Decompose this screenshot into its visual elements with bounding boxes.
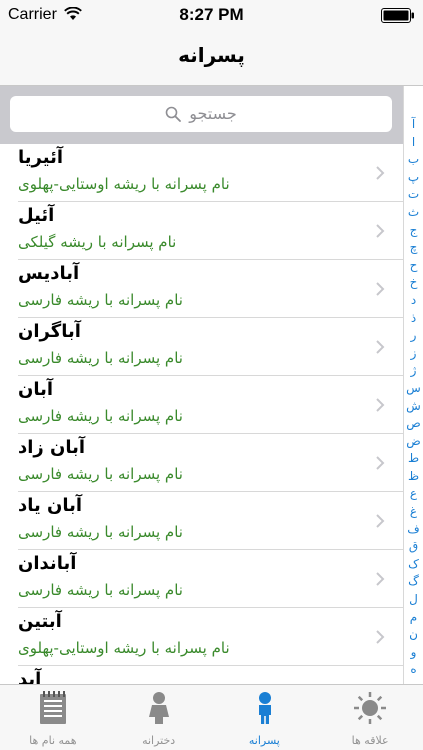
name-origin: نام پسرانه با ریشه فارسی — [18, 407, 183, 425]
chevron-right-icon — [376, 398, 385, 412]
name-title: آئیریا — [18, 147, 63, 168]
name-title: آباگران — [18, 321, 81, 342]
index-letters: آابپتثجچحخدذرزژسشصضطظعغفقکگلمنوهی — [404, 86, 423, 697]
index-letter[interactable]: ت — [404, 186, 423, 204]
tab-label: علاقه ها — [351, 734, 389, 747]
name-origin: نام پسرانه با ریشه فارسی — [18, 581, 183, 599]
girl-icon — [148, 692, 169, 724]
tab-label: دخترانه — [142, 734, 176, 747]
list-item[interactable]: آباگران نام پسرانه با ریشه فارسی — [18, 318, 403, 376]
search-input[interactable]: جستجو — [10, 96, 392, 132]
index-letter[interactable]: ذ — [404, 310, 423, 328]
tab-boy[interactable]: پسرانه — [212, 685, 318, 750]
name-origin: نام پسرانه با ریشه اوستایی-پهلوی — [18, 175, 230, 193]
index-letter[interactable]: ض — [404, 433, 423, 451]
list-item[interactable]: آبد — [18, 666, 403, 684]
list-item[interactable]: آئیل نام پسرانه با ریشه گیلکی — [18, 202, 403, 260]
name-title: آبان زاد — [18, 437, 86, 458]
index-letter[interactable]: و — [404, 644, 423, 662]
index-letter[interactable]: م — [404, 609, 423, 627]
list-item[interactable]: آبان یاد نام پسرانه با ریشه فارسی — [18, 492, 403, 550]
name-title: آباندان — [18, 553, 77, 574]
index-letter[interactable]: ظ — [404, 468, 423, 486]
boy-icon — [258, 692, 271, 724]
page-title: پسرانه — [178, 43, 245, 67]
tab-notebook[interactable]: همه نام ها — [0, 685, 106, 750]
tab-bar: همه نام ها دخترانه پسرانه علاقه ها — [0, 684, 423, 750]
status-time: 8:27 PM — [179, 5, 244, 24]
name-title: آبادیس — [18, 263, 80, 284]
battery-icon — [381, 8, 414, 23]
index-letter[interactable]: س — [404, 380, 423, 398]
list-item[interactable]: آبان زاد نام پسرانه با ریشه فارسی — [18, 434, 403, 492]
navigation-bar: پسرانه — [0, 30, 423, 86]
name-origin: نام پسرانه با ریشه فارسی — [18, 349, 183, 367]
chevron-right-icon — [376, 572, 385, 586]
tab-girl[interactable]: دخترانه — [106, 685, 212, 750]
names-list[interactable]: آئیریا نام پسرانه با ریشه اوستایی-پهلوی آئ… — [0, 144, 403, 684]
sun-icon — [354, 692, 387, 724]
name-origin: نام پسرانه با ریشه فارسی — [18, 465, 183, 483]
list-item[interactable]: آبتین نام پسرانه با ریشه اوستایی-پهلوی — [18, 608, 403, 666]
name-title: آبتین — [18, 611, 62, 632]
index-letter[interactable]: ج — [404, 222, 423, 240]
search-placeholder: جستجو — [189, 104, 237, 123]
tab-sun[interactable]: علاقه ها — [317, 685, 423, 750]
index-letter[interactable]: ح — [404, 257, 423, 275]
index-letter[interactable]: ژ — [404, 362, 423, 380]
index-letter[interactable]: ک — [404, 556, 423, 574]
list-item[interactable]: آبادیس نام پسرانه با ریشه فارسی — [18, 260, 403, 318]
notebook-icon — [40, 691, 66, 724]
index-letter[interactable]: ف — [404, 521, 423, 539]
chevron-right-icon — [376, 282, 385, 296]
index-letter[interactable]: گ — [404, 573, 423, 591]
section-index[interactable]: آابپتثجچحخدذرزژسشصضطظعغفقکگلمنوهی — [403, 86, 423, 694]
index-letter[interactable]: چ — [404, 239, 423, 257]
index-letter[interactable]: ن — [404, 626, 423, 644]
chevron-right-icon — [376, 514, 385, 528]
name-origin: نام پسرانه با ریشه اوستایی-پهلوی — [18, 639, 230, 657]
search-icon — [165, 106, 181, 122]
index-letter[interactable]: ز — [404, 345, 423, 363]
name-origin: نام پسرانه با ریشه فارسی — [18, 291, 183, 309]
index-letter[interactable]: ص — [404, 415, 423, 433]
index-letter[interactable]: ل — [404, 591, 423, 609]
name-title: آبان یاد — [18, 495, 83, 516]
search-bar: جستجو — [0, 86, 403, 144]
index-letter[interactable]: ا — [404, 134, 423, 152]
index-letter[interactable]: خ — [404, 274, 423, 292]
index-letter[interactable]: ث — [404, 204, 423, 222]
chevron-right-icon — [376, 630, 385, 644]
index-letter[interactable]: آ — [404, 116, 423, 134]
index-letter[interactable]: پ — [404, 169, 423, 187]
list-item[interactable]: آباندان نام پسرانه با ریشه فارسی — [18, 550, 403, 608]
index-letter[interactable]: ه — [404, 661, 423, 679]
chevron-right-icon — [376, 456, 385, 470]
chevron-right-icon — [376, 340, 385, 354]
index-letter[interactable]: ش — [404, 398, 423, 416]
index-letter[interactable]: ط — [404, 450, 423, 468]
tab-label: همه نام ها — [29, 734, 77, 747]
index-letter[interactable]: ب — [404, 151, 423, 169]
name-title: آبان — [18, 379, 54, 400]
list-item[interactable]: آئیریا نام پسرانه با ریشه اوستایی-پهلوی — [18, 144, 403, 202]
index-letter[interactable]: ق — [404, 538, 423, 556]
chevron-right-icon — [376, 224, 385, 238]
index-letter[interactable]: غ — [404, 503, 423, 521]
name-title: آئیل — [18, 205, 55, 226]
tab-label: پسرانه — [248, 734, 280, 747]
name-origin: نام پسرانه با ریشه گیلکی — [18, 233, 177, 251]
index-letter[interactable]: ر — [404, 327, 423, 345]
name-title: آبد — [18, 669, 42, 684]
index-letter[interactable]: د — [404, 292, 423, 310]
status-bar: Carrier 8:27 PM — [0, 0, 423, 30]
list-item[interactable]: آبان نام پسرانه با ریشه فارسی — [18, 376, 403, 434]
chevron-right-icon — [376, 166, 385, 180]
name-origin: نام پسرانه با ریشه فارسی — [18, 523, 183, 541]
index-letter[interactable]: ع — [404, 485, 423, 503]
